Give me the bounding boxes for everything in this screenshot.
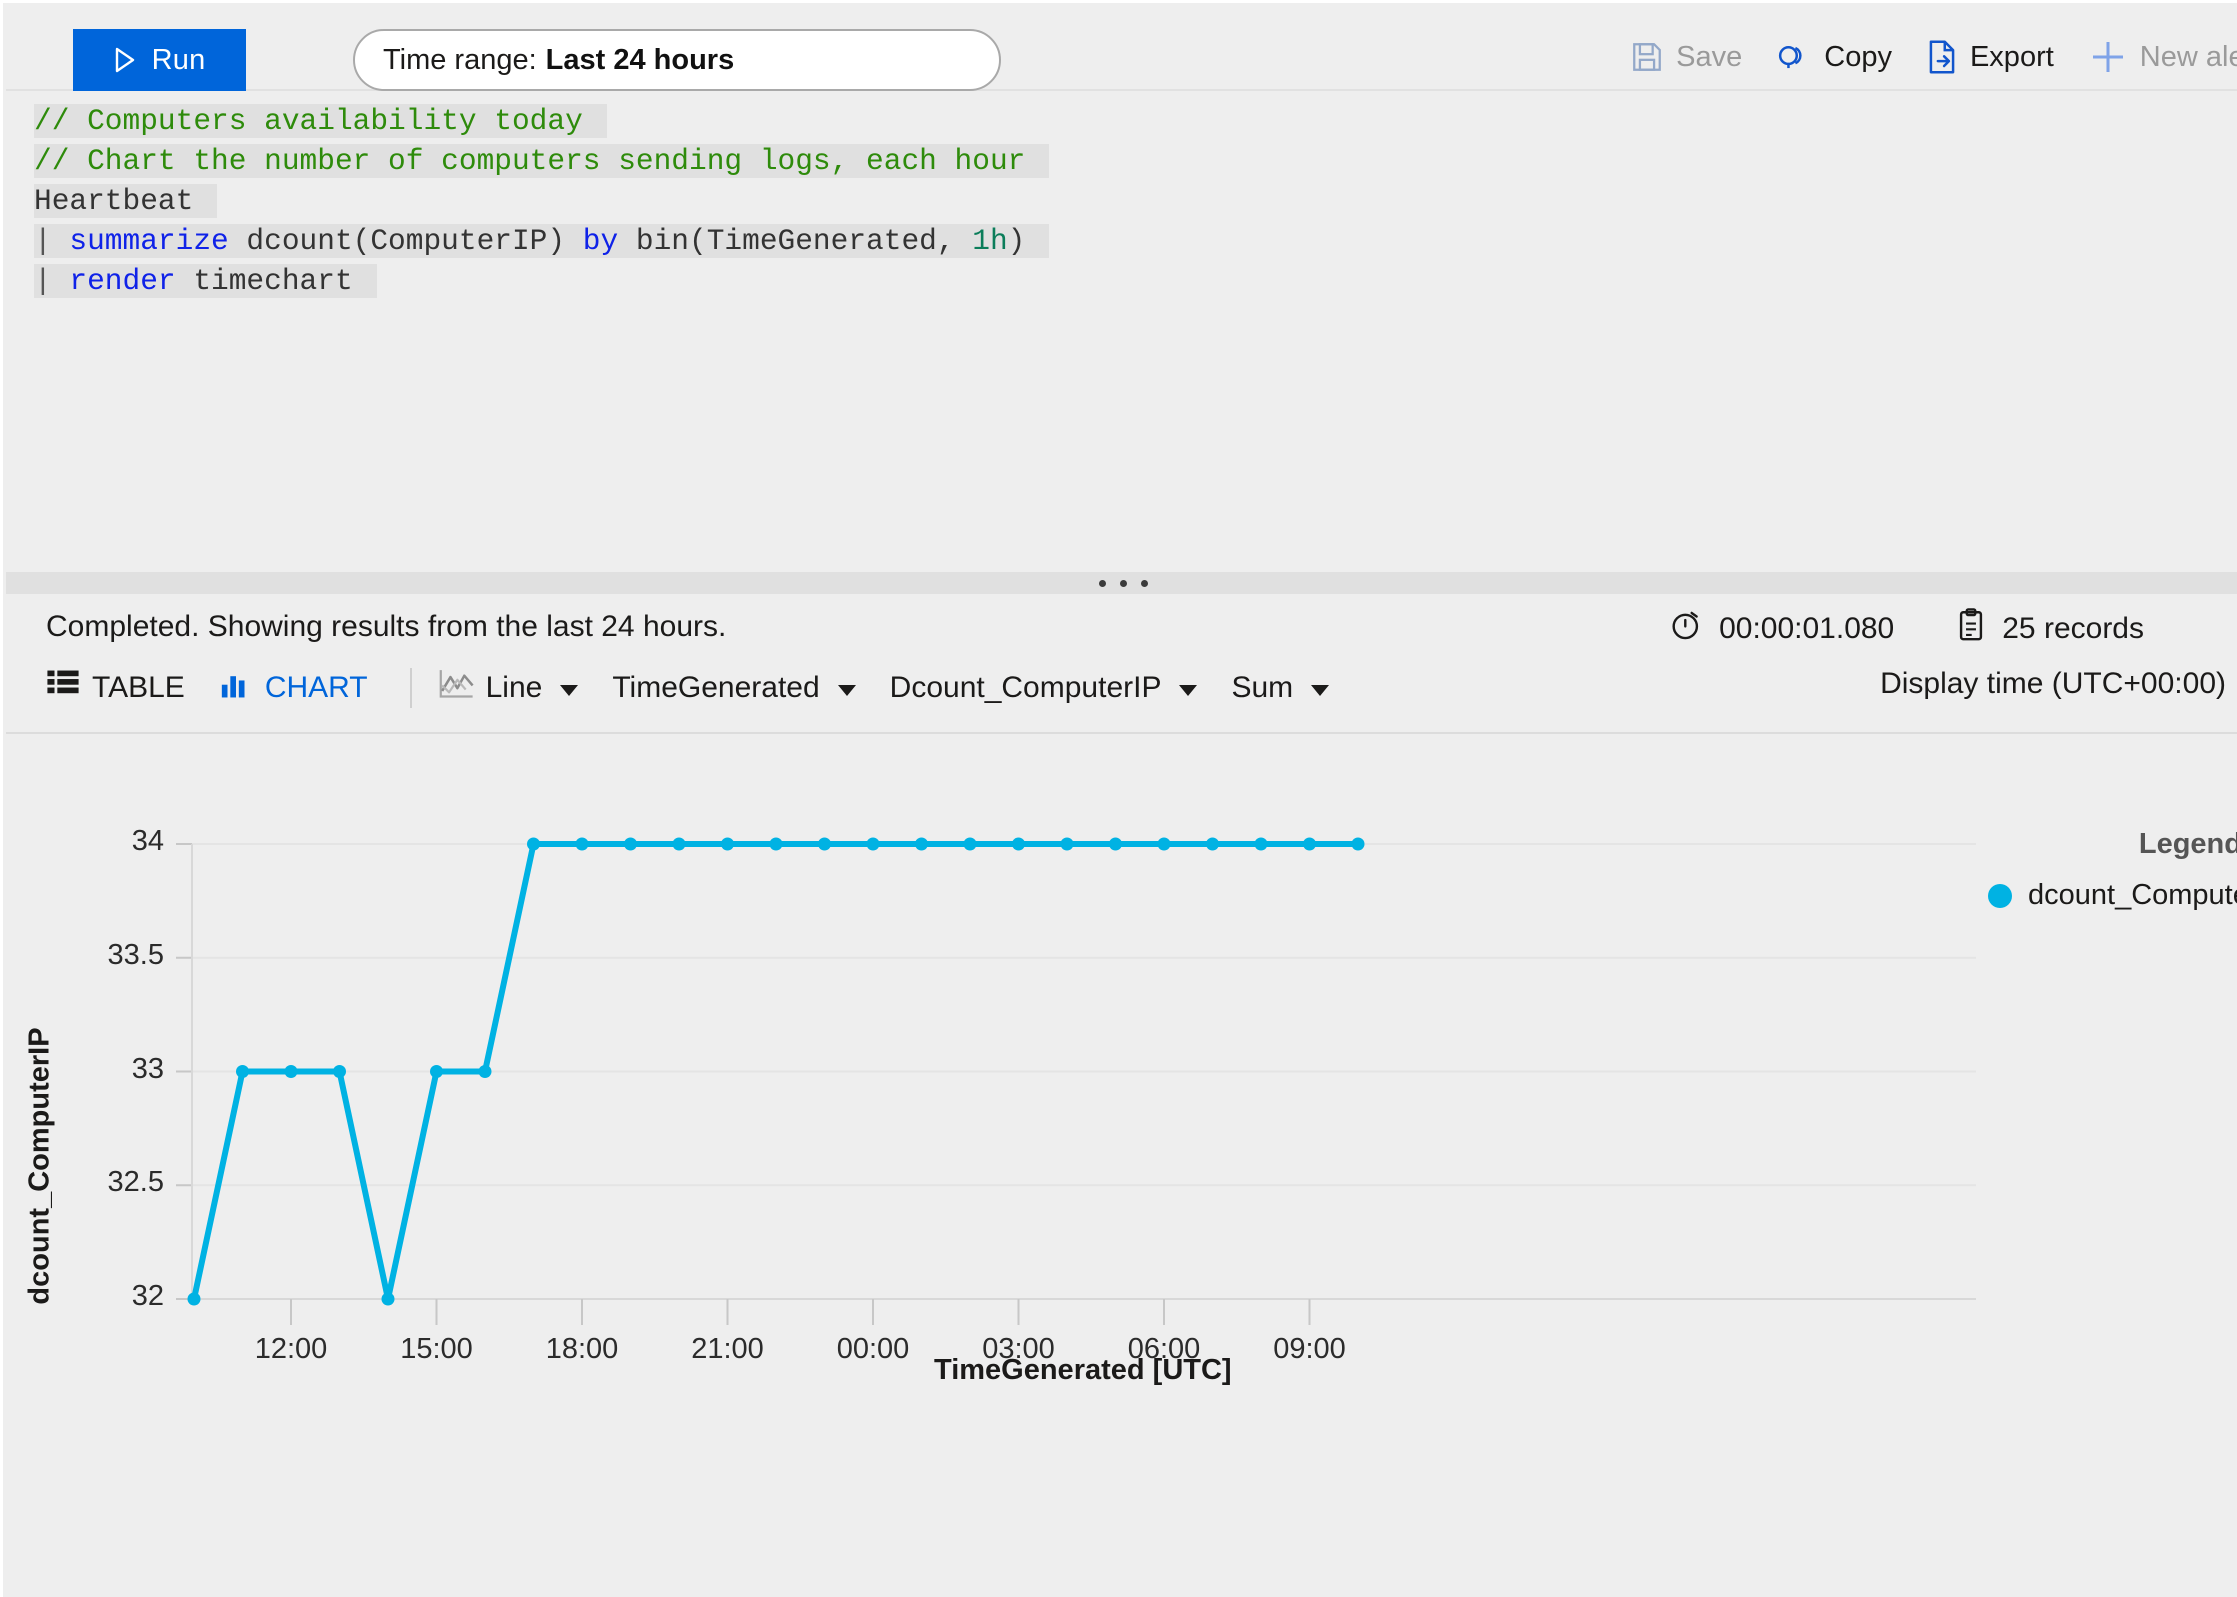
x-tick-label: 15:00	[400, 1333, 473, 1365]
legend-item-label: dcount_ComputerIP	[2028, 879, 2237, 911]
export-button[interactable]: Export	[1926, 39, 2054, 75]
tab-chart[interactable]: CHART	[219, 669, 368, 707]
query-stats: 00:00:01.080 25 records	[1669, 608, 2144, 650]
chart-type-dropdown[interactable]: Line	[438, 667, 579, 709]
code-token: // Computers availability today	[34, 104, 583, 138]
time-range-value: Last 24 hours	[545, 43, 735, 76]
tab-table-label: TABLE	[92, 671, 185, 704]
time-range-label: Time range:	[383, 43, 537, 76]
query-code[interactable]: // Computers availability today // Chart…	[6, 101, 2237, 301]
toolbar-actions: Save Copy Export New ale	[1596, 26, 2237, 88]
legend-title: Legend	[2138, 828, 2237, 860]
chevron-down-icon	[1311, 684, 1330, 696]
aggregation-label: Sum	[1231, 671, 1294, 704]
x-tick-label: 21:00	[691, 1333, 764, 1365]
table-icon	[46, 669, 80, 707]
code-line[interactable]: // Computers availability today	[6, 101, 2237, 141]
splitter-dot	[1119, 579, 1127, 587]
copy-label: Copy	[1824, 40, 1892, 73]
new-alert-rule-button[interactable]: New alert r	[2088, 37, 2237, 77]
y-tick-label: 32.5	[107, 1166, 164, 1199]
tab-table[interactable]: TABLE	[46, 669, 185, 707]
y-tick-label: 33.5	[107, 938, 164, 971]
code-line[interactable]: | render timechart	[6, 261, 2237, 301]
query-status-text: Completed. Showing results from the last…	[46, 610, 727, 643]
code-token: dcount(ComputerIP)	[228, 224, 583, 258]
code-token: bin(TimeGenerated,	[618, 224, 973, 258]
splitter-dot	[1098, 579, 1106, 587]
code-token: by	[582, 224, 619, 258]
export-icon	[1926, 39, 1958, 75]
x-axis-dropdown[interactable]: TimeGenerated	[612, 671, 856, 705]
code-line[interactable]: Heartbeat	[6, 181, 2237, 221]
export-label: Export	[1969, 40, 2054, 73]
x-tick-label: 09:00	[1273, 1333, 1346, 1365]
y-tick-label: 33	[131, 1052, 164, 1085]
chevron-down-icon	[1179, 684, 1198, 696]
chart-canvas	[176, 837, 1976, 1325]
code-line[interactable]: | summarize dcount(ComputerIP) by bin(Ti…	[6, 221, 2237, 261]
chart-type-label: Line	[485, 671, 543, 704]
y-axis-dropdown[interactable]: Dcount_ComputerIP	[890, 671, 1198, 705]
x-tick-label: 00:00	[836, 1333, 910, 1365]
x-axis-label: TimeGenerated	[612, 671, 820, 704]
code-token: |	[34, 224, 70, 258]
new-alert-rule-label: New alert r	[2139, 40, 2237, 73]
code-token: // Chart the number of computers sending…	[34, 144, 1026, 178]
legend-color-swatch	[1988, 883, 2012, 908]
chevron-down-icon	[560, 684, 579, 696]
x-tick-label: 12:00	[254, 1333, 328, 1365]
code-token: summarize	[69, 224, 229, 258]
tab-chart-label: CHART	[264, 671, 368, 704]
y-tick-label: 32	[131, 1280, 164, 1312]
code-token: 1h	[972, 224, 1008, 258]
splitter-dot	[1140, 579, 1148, 587]
chart-legend: Legend dcount_ComputerIP	[1988, 828, 2237, 912]
log-analytics-query-page: Run Time range: Last 24 hours Save Copy …	[0, 0, 2237, 1597]
run-button-label: Run	[151, 43, 206, 76]
clipboard-icon	[1956, 608, 1986, 650]
x-tick-label: 18:00	[545, 1333, 619, 1365]
save-button[interactable]: Save	[1630, 40, 1742, 74]
x-tick-label: 03:00	[982, 1333, 1055, 1365]
copy-button[interactable]: Copy	[1776, 40, 1892, 74]
code-token: |	[34, 264, 70, 298]
run-button[interactable]: Run	[73, 29, 246, 91]
toolbar-divider	[409, 668, 412, 708]
save-icon	[1630, 40, 1664, 74]
record-count-value: 25 records	[2002, 612, 2144, 645]
query-editor[interactable]: // Computers availability today // Chart…	[6, 91, 2237, 572]
legend-item[interactable]: dcount_ComputerIP	[1988, 879, 2237, 912]
play-icon	[114, 47, 136, 73]
query-duration: 00:00:01.080	[1669, 608, 1894, 650]
time-range-picker[interactable]: Time range: Last 24 hours	[353, 29, 1001, 91]
link-copy-icon	[1776, 40, 1812, 74]
results-chart: dcount_ComputerIP TimeGenerated [UTC] 32…	[6, 736, 2237, 1597]
y-axis-label: Dcount_ComputerIP	[889, 671, 1162, 704]
query-duration-value: 00:00:01.080	[1719, 612, 1895, 645]
line-chart-icon	[438, 667, 474, 709]
bar-chart-icon	[219, 669, 253, 707]
chevron-down-icon	[837, 684, 856, 696]
x-tick-label: 06:00	[1127, 1333, 1201, 1365]
code-token: Heartbeat	[34, 184, 194, 218]
chart-y-axis-title: dcount_ComputerIP	[23, 1027, 56, 1305]
plus-icon	[2088, 37, 2128, 77]
record-count: 25 records	[1956, 608, 2144, 650]
code-token: )	[1007, 224, 1026, 258]
panel-splitter[interactable]	[6, 572, 2237, 594]
code-token: render	[69, 264, 176, 298]
code-line[interactable]: // Chart the number of computers sending…	[6, 141, 2237, 181]
code-token: timechart	[175, 264, 353, 298]
results-view-bar: TABLE CHART Line TimeGenerated Dcount_Co…	[46, 667, 1363, 709]
query-toolbar: Run Time range: Last 24 hours Save Copy …	[6, 6, 2237, 91]
y-tick-label: 34	[131, 825, 164, 857]
results-header: Completed. Showing results from the last…	[6, 594, 2237, 734]
aggregation-dropdown[interactable]: Sum	[1231, 671, 1330, 705]
save-label: Save	[1676, 40, 1743, 73]
timer-icon	[1669, 608, 1703, 650]
display-time-label: Display time (UTC+00:00)	[1880, 667, 2226, 700]
